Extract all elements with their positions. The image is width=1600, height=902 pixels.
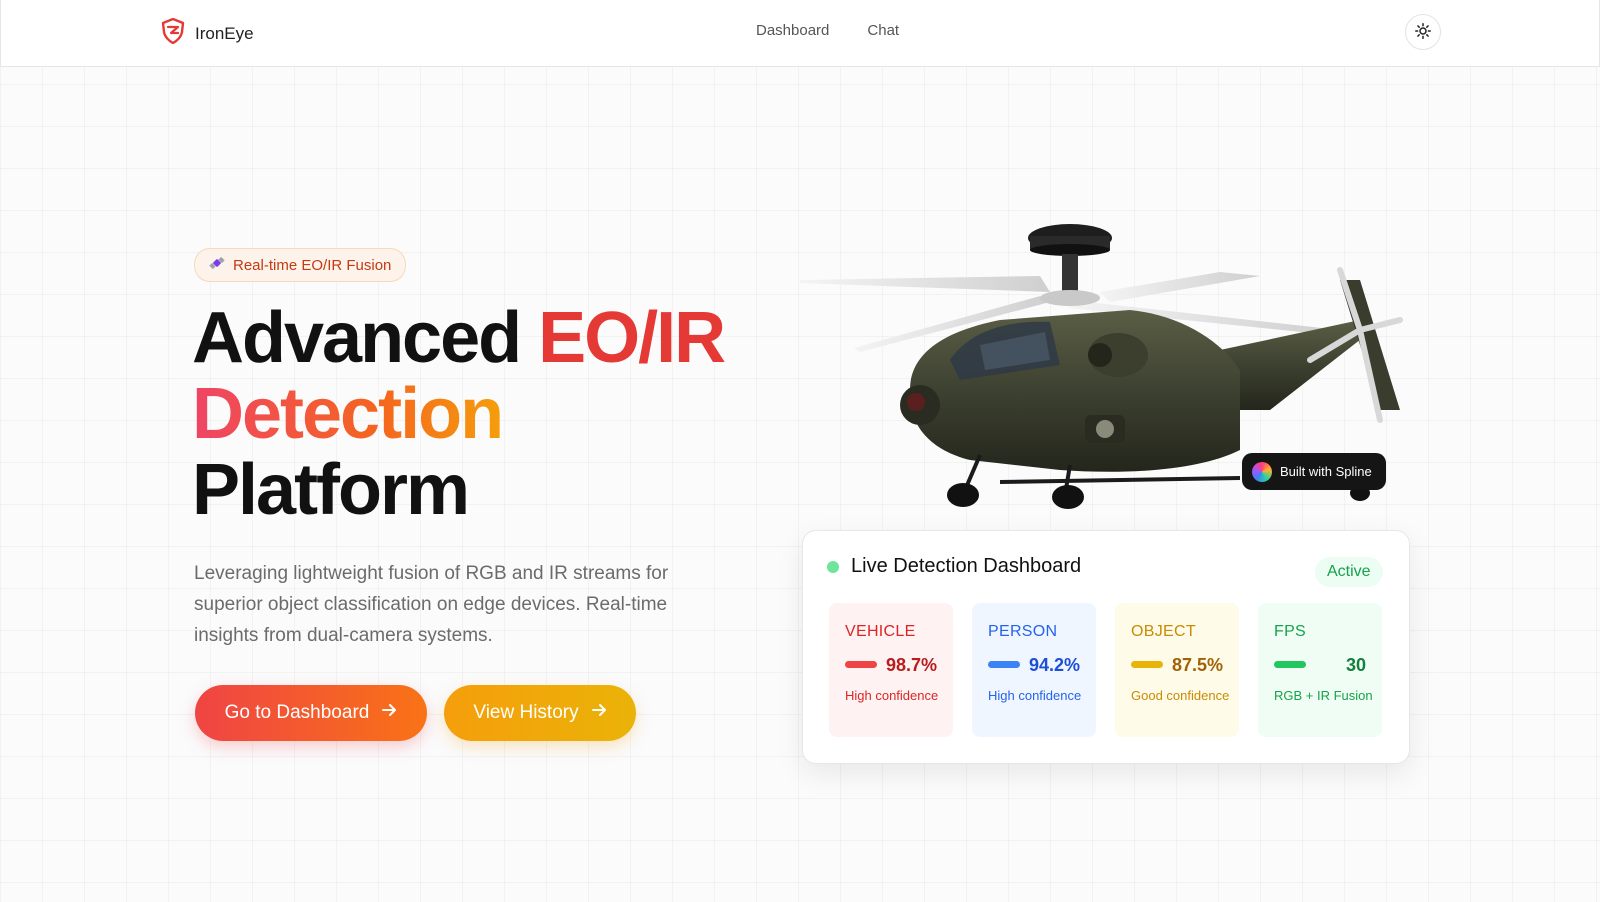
top-navbar: IronEye Dashboard Chat — [0, 0, 1600, 67]
arrow-right-icon — [381, 702, 397, 724]
headline-word-platform: Platform — [192, 450, 470, 530]
confidence-bar — [1274, 661, 1306, 668]
sun-icon — [1415, 22, 1431, 42]
metric-value: 94.2% — [1028, 655, 1080, 675]
metric-value: 30 — [1345, 655, 1366, 675]
metric-note: RGB + IR Fusion — [1274, 688, 1373, 703]
built-with-spline-badge[interactable]: Built with Spline — [1242, 453, 1386, 490]
metric-vehicle: VEHICLE 98.7% High confidence — [829, 603, 953, 737]
shield-logo-icon — [161, 17, 185, 49]
go-to-dashboard-label: Go to Dashboard — [224, 702, 370, 723]
nav-link-dashboard[interactable]: Dashboard — [756, 22, 829, 39]
card-header: Live Detection Dashboard — [827, 555, 1081, 578]
brand-name: IronEye — [195, 23, 254, 43]
confidence-bar — [988, 661, 1020, 668]
live-detection-card: Live Detection Dashboard Active VEHICLE … — [802, 530, 1410, 764]
metric-value: 98.7% — [885, 655, 937, 675]
view-history-label: View History — [473, 702, 579, 723]
metric-note: Good confidence — [1131, 688, 1230, 703]
spline-badge-label: Built with Spline — [1280, 464, 1372, 479]
status-badge: Active — [1315, 557, 1383, 587]
nav-link-chat[interactable]: Chat — [867, 22, 899, 39]
satellite-icon — [209, 255, 225, 275]
metric-object: OBJECT 87.5% Good confidence — [1115, 603, 1239, 737]
go-to-dashboard-button[interactable]: Go to Dashboard — [195, 685, 427, 741]
metric-note: High confidence — [845, 688, 939, 703]
feature-badge: Real-time EO/IR Fusion — [194, 248, 407, 282]
metric-value: 87.5% — [1171, 655, 1223, 675]
nav-links: Dashboard Chat — [756, 22, 899, 39]
spline-logo-icon — [1252, 461, 1272, 482]
hero-headline: Advanced EO/IR Detection Platform — [192, 298, 726, 530]
feature-badge-label: Real-time EO/IR Fusion — [233, 256, 392, 274]
confidence-bar — [845, 661, 877, 668]
confidence-bar — [1131, 661, 1163, 668]
card-title: Live Detection Dashboard — [851, 555, 1082, 577]
metric-label: OBJECT — [1131, 623, 1196, 640]
metric-note: High confidence — [988, 688, 1082, 703]
metric-fps: FPS 30 RGB + IR Fusion — [1258, 603, 1382, 737]
headline-word-detection: Detection — [192, 374, 504, 454]
live-status-dot — [827, 560, 839, 573]
metric-label: FPS — [1274, 623, 1307, 640]
headline-word-eoir: EO/IR — [538, 298, 726, 378]
brand[interactable]: IronEye — [161, 17, 254, 49]
hero-description: Leveraging lightweight fusion of RGB and… — [194, 563, 669, 646]
theme-toggle-button[interactable] — [1405, 14, 1441, 50]
headline-word-advanced: Advanced — [192, 298, 522, 378]
arrow-right-icon — [591, 702, 607, 724]
metric-label: VEHICLE — [845, 623, 916, 640]
metric-label: PERSON — [988, 623, 1058, 640]
metric-person: PERSON 94.2% High confidence — [972, 603, 1096, 737]
view-history-button[interactable]: View History — [444, 685, 636, 741]
